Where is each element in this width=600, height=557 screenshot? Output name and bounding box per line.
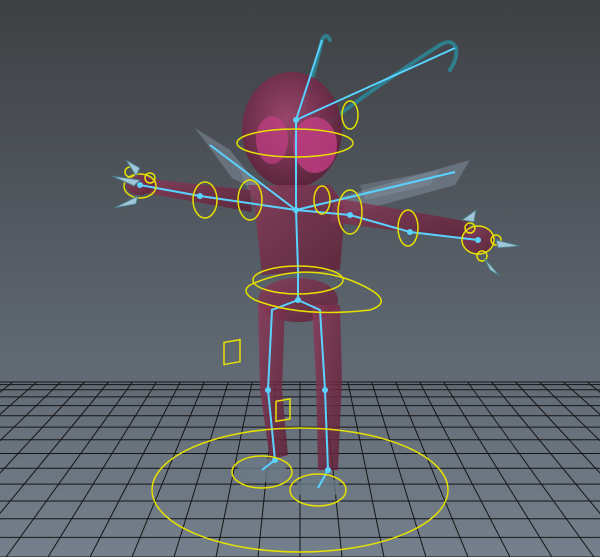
grid-line <box>0 381 37 415</box>
grid-line <box>491 381 600 515</box>
grid-line <box>563 381 600 415</box>
grid-line <box>539 381 600 442</box>
grid-line <box>131 381 205 557</box>
ground-grid <box>0 381 600 557</box>
grid-line <box>515 381 600 474</box>
grid-line <box>371 381 427 557</box>
grid-line <box>347 381 385 557</box>
grid-line <box>0 381 61 442</box>
grid-line <box>89 381 181 557</box>
eye-right <box>293 117 337 173</box>
grid-line <box>173 381 229 557</box>
knee-pole-left[interactable] <box>223 338 241 366</box>
character-mesh[interactable] <box>126 34 494 500</box>
grid-line <box>0 381 85 474</box>
grid-line <box>0 381 109 515</box>
grid-line <box>443 381 553 557</box>
grid-line <box>395 381 469 557</box>
3d-viewport[interactable] <box>0 0 600 557</box>
grid-line <box>47 381 157 557</box>
grid-line <box>419 381 511 557</box>
grid-line <box>5 381 133 557</box>
viewport-scene[interactable] <box>0 0 600 557</box>
antenna-right <box>323 40 459 127</box>
grid-line <box>467 381 595 557</box>
